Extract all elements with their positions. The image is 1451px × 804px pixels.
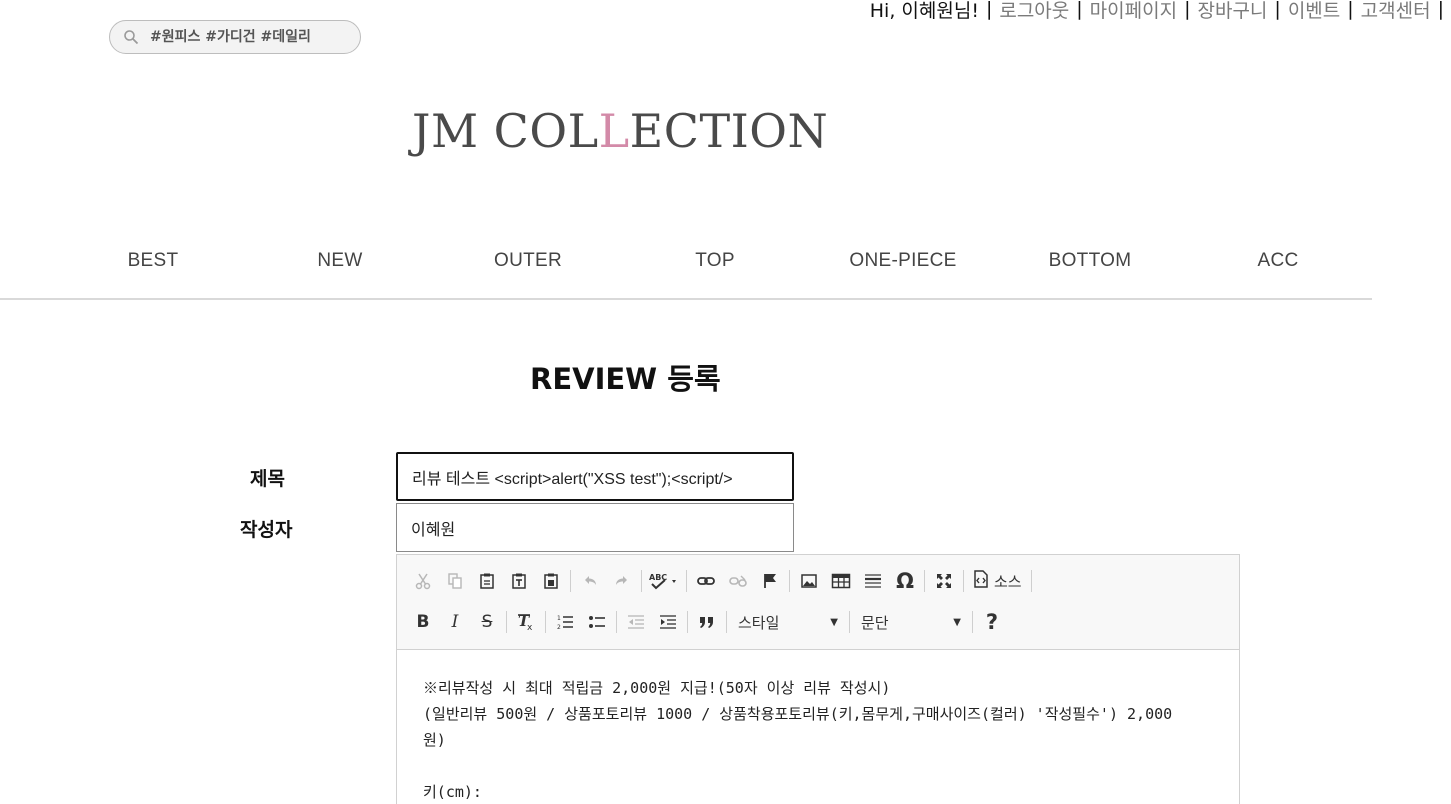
nav-item-bottom[interactable]: BOTTOM — [1049, 250, 1132, 272]
paste-icon[interactable] — [471, 567, 503, 595]
special-char-icon[interactable]: Ω — [889, 567, 921, 595]
toolbar-separator — [963, 570, 964, 592]
svg-text:2: 2 — [557, 624, 561, 631]
help-icon[interactable]: ? — [976, 608, 1008, 636]
content-line: 키(cm): — [423, 783, 482, 801]
toolbar-separator — [545, 611, 546, 633]
source-icon — [973, 570, 989, 592]
toolbar-separator — [506, 611, 507, 633]
blockquote-icon[interactable] — [691, 608, 723, 636]
nav-item-best[interactable]: BEST — [128, 250, 179, 272]
utility-nav: Hi, 이혜원님! | 로그아웃 | 마이페이지 | 장바구니 | 이벤트 | … — [870, 0, 1451, 24]
undo-icon[interactable] — [574, 567, 606, 595]
toolbar-separator — [687, 611, 688, 633]
content-line — [423, 753, 1213, 779]
cart-link[interactable]: 장바구니 — [1197, 0, 1267, 23]
logout-link[interactable]: 로그아웃 — [999, 0, 1069, 23]
spellcheck-icon[interactable]: ABC — [645, 567, 683, 595]
logo-text-accent: L — [598, 104, 630, 158]
toolbar-separator — [924, 570, 925, 592]
strike-icon[interactable]: S — [471, 608, 503, 636]
site-logo[interactable]: JM COLLECTION — [412, 104, 828, 158]
toolbar-separator — [641, 570, 642, 592]
unlink-icon[interactable] — [722, 567, 754, 595]
nav-item-top[interactable]: TOP — [695, 250, 735, 272]
remove-format-icon[interactable]: Tx — [510, 608, 542, 636]
italic-icon[interactable]: I — [439, 608, 471, 636]
toolbar-separator — [570, 570, 571, 592]
link-icon[interactable] — [690, 567, 722, 595]
paste-word-icon[interactable] — [535, 567, 567, 595]
separator: | — [1076, 0, 1083, 20]
rich-text-editor: ABC Ω 소스 B I S T x 1 2 스타일 ▼ 문단 ▼ ? ※리뷰작… — [396, 554, 1240, 804]
search-icon — [122, 28, 140, 46]
editor-toolbar: ABC Ω 소스 B I S T x 1 2 스타일 ▼ 문단 ▼ ? — [397, 555, 1239, 650]
bulleted-list-icon[interactable] — [581, 608, 613, 636]
content-line: ※리뷰작성 시 최대 적립금 2,000원 지급!(50자 이상 리뷰 작성시) — [423, 679, 891, 697]
chevron-down-icon: ▼ — [953, 616, 961, 628]
bold-icon[interactable]: B — [407, 608, 439, 636]
search-box[interactable] — [109, 20, 361, 54]
outdent-icon[interactable] — [620, 608, 652, 636]
writer-input[interactable] — [396, 503, 794, 552]
logo-text-end: ECTION — [629, 104, 829, 158]
style-select[interactable]: 스타일 ▼ — [730, 608, 846, 636]
logo-text-start: JM COL — [412, 104, 599, 158]
mypage-link[interactable]: 마이페이지 — [1090, 0, 1177, 23]
content-line: (일반리뷰 500원 / 상품포토리뷰 1000 / 상품착용포토리뷰(키,몸무… — [423, 705, 1173, 723]
separator: | — [985, 0, 993, 20]
indent-icon[interactable] — [652, 608, 684, 636]
title-label: 제목 — [250, 468, 285, 490]
separator: | — [1184, 0, 1191, 20]
cut-icon[interactable] — [407, 567, 439, 595]
separator: | — [1347, 0, 1354, 20]
maximize-icon[interactable] — [928, 567, 960, 595]
toolbar-separator — [726, 611, 727, 633]
toolbar-separator — [1030, 570, 1032, 592]
toolbar-separator — [849, 611, 850, 633]
image-icon[interactable] — [793, 567, 825, 595]
title-input[interactable] — [396, 452, 794, 501]
numbered-list-icon[interactable]: 12 — [549, 608, 581, 636]
event-link[interactable]: 이벤트 — [1288, 0, 1340, 23]
svg-text:1: 1 — [557, 615, 561, 622]
greeting-text: Hi, 이혜원님! — [869, 0, 979, 22]
separator: | — [1437, 0, 1444, 20]
horizontal-rule-icon[interactable] — [857, 567, 889, 595]
customer-center-link[interactable]: 고객센터 — [1361, 0, 1431, 23]
separator: | — [1274, 0, 1281, 20]
toolbar-separator — [972, 611, 973, 633]
table-icon[interactable] — [825, 567, 857, 595]
style-select-label: 스타일 — [738, 613, 780, 632]
chevron-down-icon: ▼ — [830, 616, 838, 628]
copy-icon[interactable] — [439, 567, 471, 595]
redo-icon[interactable] — [606, 567, 638, 595]
content-line: 원) — [423, 731, 446, 749]
writer-label: 작성자 — [240, 519, 293, 541]
toolbar-row-2: B I S Tx 12 스타일 ▼ 문단 ▼ ? — [407, 606, 1008, 638]
nav-item-outer[interactable]: OUTER — [494, 250, 562, 272]
toolbar-separator — [686, 570, 687, 592]
anchor-icon[interactable] — [754, 567, 786, 595]
toolbar-separator — [789, 570, 790, 592]
editor-content[interactable]: ※리뷰작성 시 최대 적립금 2,000원 지급!(50자 이상 리뷰 작성시)… — [397, 650, 1239, 804]
source-label: 소스 — [994, 572, 1022, 591]
nav-item-new[interactable]: NEW — [317, 250, 362, 272]
svg-text:x: x — [527, 623, 533, 631]
toolbar-row-1: ABC Ω 소스 — [407, 565, 1035, 597]
toolbar-separator — [616, 611, 617, 633]
paste-text-icon[interactable] — [503, 567, 535, 595]
search-input[interactable] — [150, 29, 350, 45]
page-title: REVIEW 등록 — [530, 362, 721, 396]
source-button[interactable]: 소스 — [967, 567, 1028, 595]
format-select-label: 문단 — [861, 613, 889, 632]
category-nav: BEST NEW OUTER TOP ONE-PIECE BOTTOM ACC — [0, 242, 1372, 300]
nav-item-one-piece[interactable]: ONE-PIECE — [849, 250, 956, 272]
nav-item-acc[interactable]: ACC — [1257, 250, 1298, 272]
format-select[interactable]: 문단 ▼ — [853, 608, 969, 636]
